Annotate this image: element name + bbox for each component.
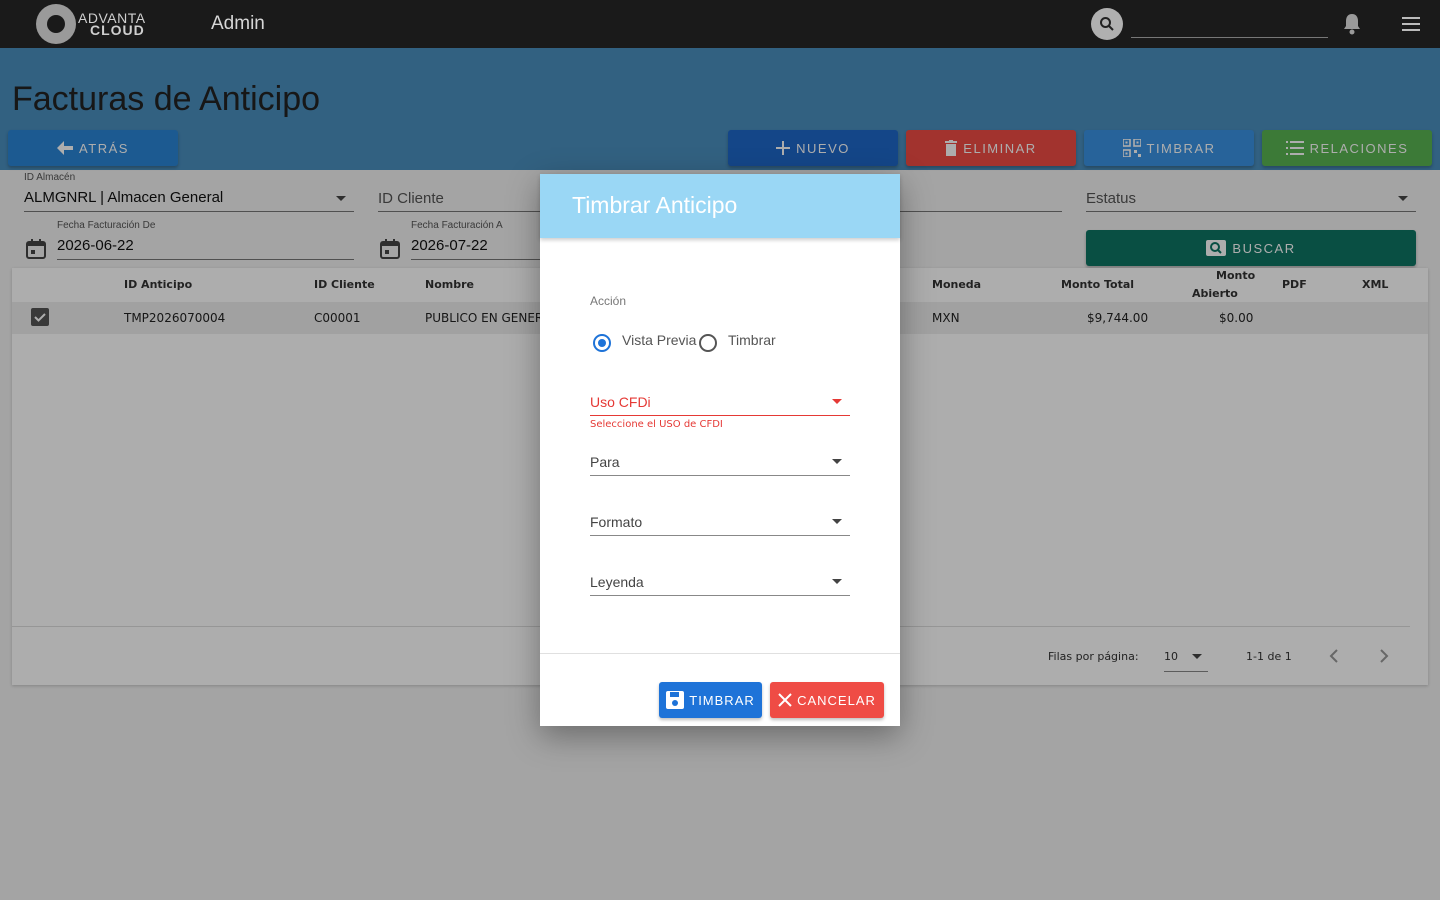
uso-cfdi-select[interactable]: Uso CFDi (590, 388, 850, 416)
dialog-actions-divider (540, 653, 900, 654)
radio-vista-previa-label[interactable]: Vista Previa (622, 332, 696, 348)
uso-cfdi-label: Uso CFDi (590, 394, 651, 410)
radio-vista-previa[interactable] (593, 334, 611, 352)
global-search-input[interactable] (1131, 10, 1328, 38)
para-select[interactable]: Para (590, 448, 850, 476)
logo-mark-icon (36, 4, 76, 44)
chevron-down-icon (832, 579, 842, 584)
dialog-cancel-button[interactable]: CANCELAR (770, 682, 884, 718)
radio-timbrar[interactable] (699, 334, 717, 352)
search-button[interactable] (1091, 8, 1123, 40)
dialog-title: Timbrar Anticipo (572, 192, 738, 218)
save-floppy-icon (666, 691, 685, 709)
dialog-cancel-label: CANCELAR (797, 692, 876, 708)
search-icon (1100, 17, 1114, 31)
radio-timbrar-label[interactable]: Timbrar (728, 332, 776, 348)
dialog-stamp-button[interactable]: TIMBRAR (659, 682, 762, 718)
chevron-down-icon (832, 519, 842, 524)
chevron-down-icon (832, 399, 842, 404)
leyenda-label: Leyenda (590, 574, 644, 590)
dialog-stamp-label: TIMBRAR (689, 692, 755, 708)
stamp-advance-dialog: Timbrar Anticipo Acción Vista Previa Tim… (540, 174, 900, 726)
formato-label: Formato (590, 514, 643, 530)
hamburger-menu-icon[interactable] (1401, 14, 1421, 34)
chevron-down-icon (832, 459, 842, 464)
top-app-bar: ADVANTA CLOUD Admin (0, 0, 1440, 48)
formato-select[interactable]: Formato (590, 508, 850, 536)
notifications-bell-icon[interactable] (1341, 12, 1363, 36)
logo-text-cloud: CLOUD (90, 22, 145, 38)
uso-cfdi-error: Seleccione el USO de CFDI (590, 419, 723, 430)
accion-label: Acción (590, 294, 627, 308)
dialog-header: Timbrar Anticipo (540, 174, 900, 238)
leyenda-select[interactable]: Leyenda (590, 568, 850, 596)
advanta-cloud-logo[interactable]: ADVANTA CLOUD (36, 4, 166, 44)
close-icon (778, 693, 792, 707)
para-label: Para (590, 454, 620, 470)
app-title: Admin (211, 13, 265, 34)
